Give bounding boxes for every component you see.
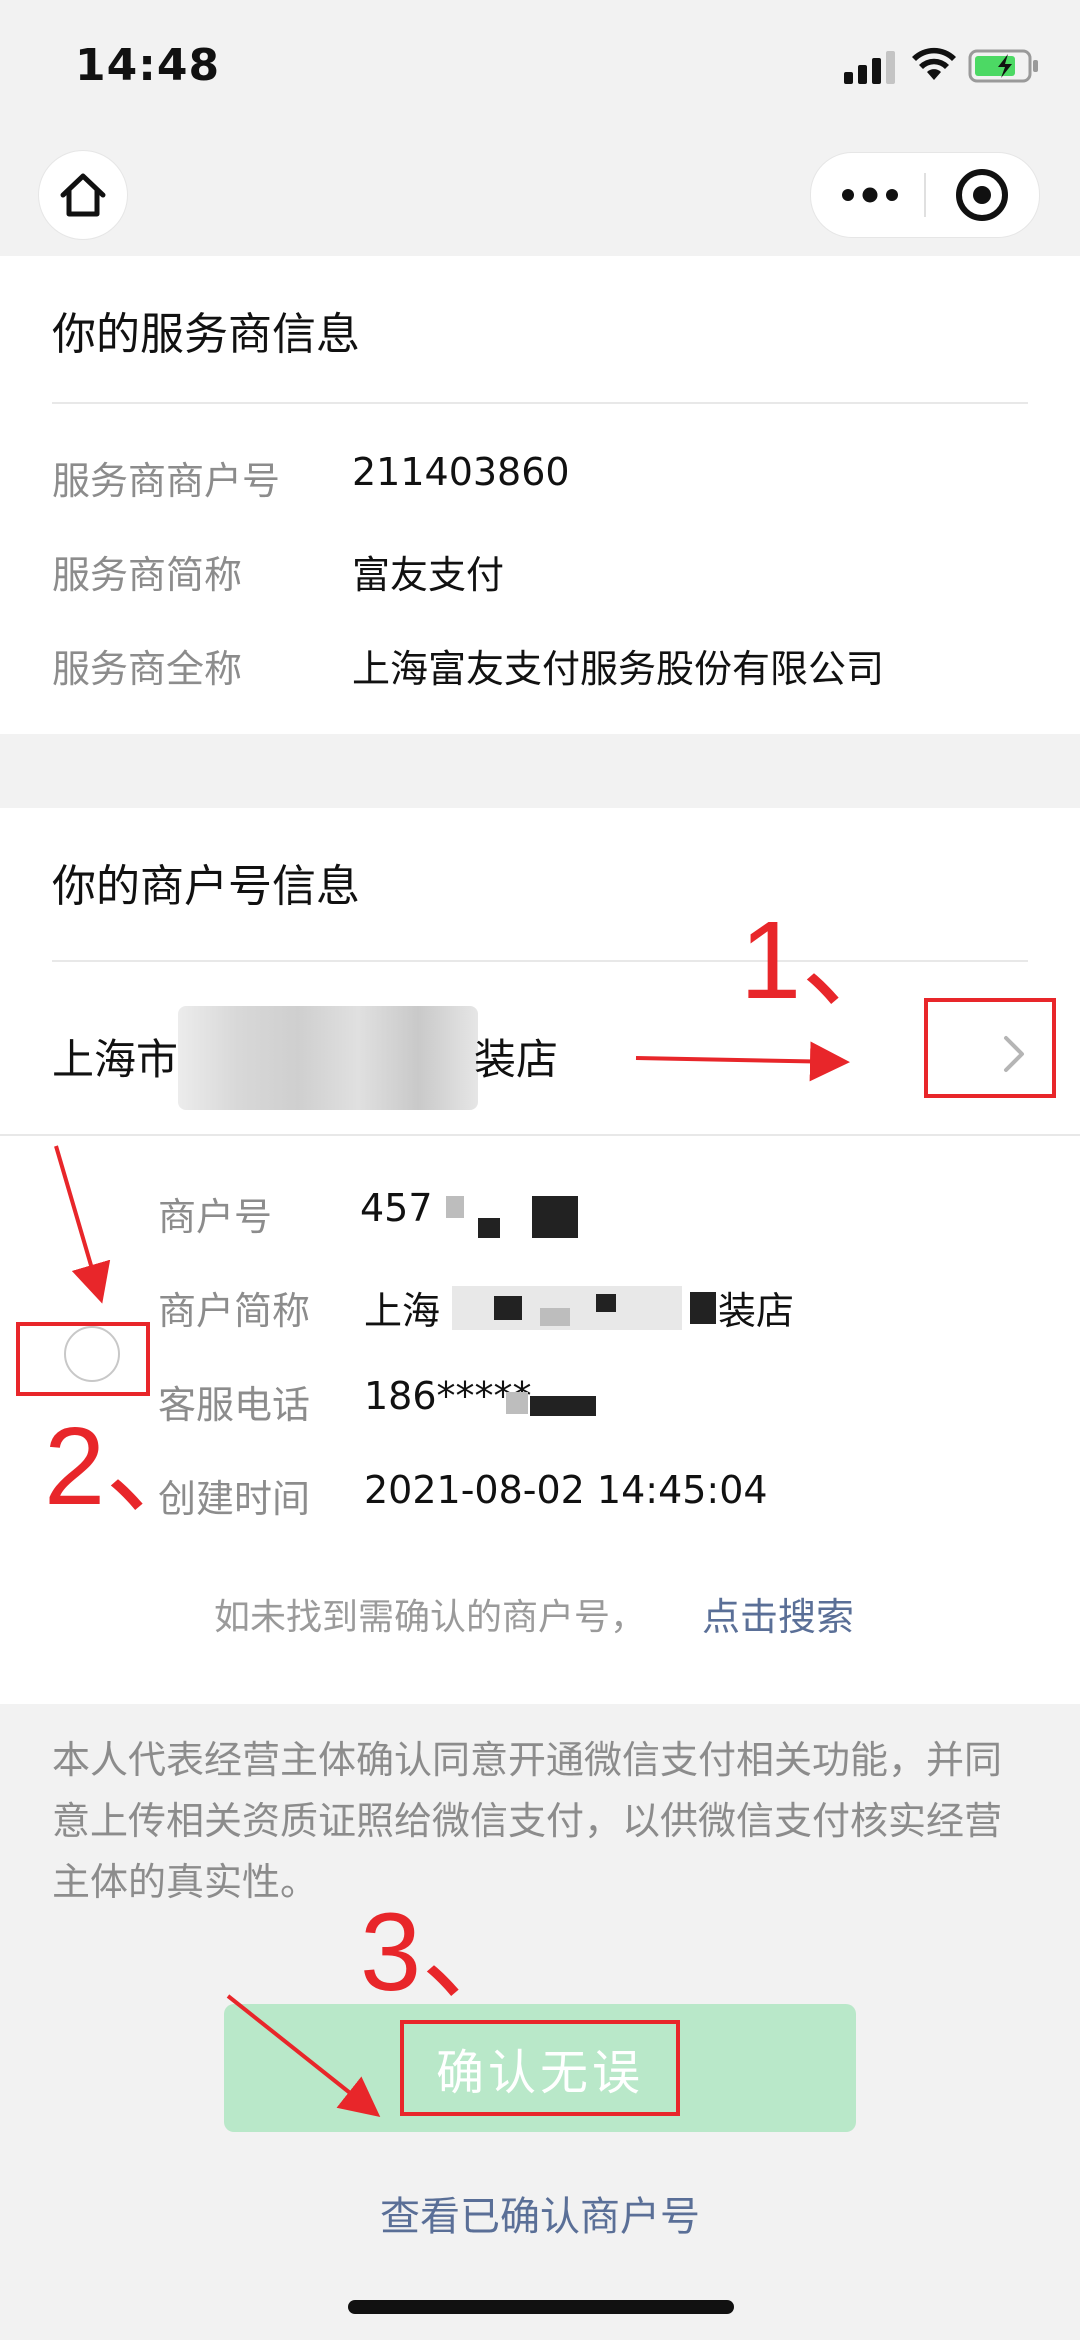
close-target-icon [956,169,1008,221]
section-divider [52,402,1028,404]
redacted-area [540,1308,570,1326]
provider-id-value: 211403860 [352,450,570,494]
created-time-value: 2021-08-02 14:45:04 [364,1468,768,1512]
home-button[interactable] [38,150,128,240]
more-icon [842,187,898,203]
merchant-card: 你的商户号信息 上海市 装店 商户号 457 商户简称 上海 装店 客服电话 1… [0,808,1080,1704]
row-divider [0,1134,1080,1136]
merchant-short-name-suffix: 装店 [718,1289,795,1333]
provider-full-name-label: 服务商全称 [52,647,243,691]
redacted-area [530,1396,596,1416]
provider-short-name-value: 富友支付 [352,553,505,597]
view-confirmed-link[interactable]: 查看已确认商户号 [0,2184,1080,2242]
home-icon [60,173,106,217]
home-indicator [348,2300,734,2314]
service-provider-card: 你的服务商信息 服务商商户号 211403860 服务商简称 富友支付 服务商全… [0,256,1080,734]
annotation-box-3 [400,2020,680,2116]
merchant-short-name-value: 上海 [364,1289,441,1333]
search-link[interactable]: 点击搜索 [702,1586,854,1641]
annotation-step-3: 3、 [360,1891,532,2014]
redacted-area [494,1296,522,1320]
status-bar: 14:48 [0,0,1080,140]
agreement-text: 本人代表经营主体确认同意开通微信支付相关功能，并同意上传相关资质证照给微信支付，… [52,1738,1003,1904]
provider-short-name-label: 服务商简称 [52,553,243,597]
wifi-icon [912,47,956,80]
capsule-divider [924,173,926,217]
redacted-area [178,1006,478,1110]
annotation-box-1 [924,998,1056,1098]
redacted-area [446,1196,464,1218]
merchant-short-name-label: 商户简称 [158,1289,311,1333]
status-time: 14:48 [75,40,221,91]
not-found-hint: 如未找到需确认的商户号， [214,1597,647,1638]
redacted-area [506,1392,528,1414]
annotation-step-2: 2、 [44,1405,216,1528]
merchant-name-suffix: 装店 [474,1035,559,1084]
merchant-name-prefix: 上海市 [52,1035,179,1084]
redacted-area [690,1292,716,1324]
merchant-id-label: 商户号 [158,1195,273,1239]
signal-icon [844,51,895,84]
mini-program-capsule [810,152,1040,238]
close-button[interactable] [937,163,1027,227]
redacted-area [532,1196,578,1238]
provider-full-name-value: 上海富友支付服务股份有限公司 [352,647,885,691]
merchant-title: 你的商户号信息 [52,861,360,912]
annotation-box-2 [16,1322,150,1396]
redacted-area [596,1294,616,1312]
more-button[interactable] [825,165,915,225]
merchant-id-value: 457 [360,1186,433,1230]
provider-id-label: 服务商商户号 [52,459,281,503]
service-provider-title: 你的服务商信息 [52,309,360,360]
annotation-step-1: 1、 [740,899,912,1022]
battery-icon [968,49,1038,83]
redacted-area [478,1218,500,1238]
